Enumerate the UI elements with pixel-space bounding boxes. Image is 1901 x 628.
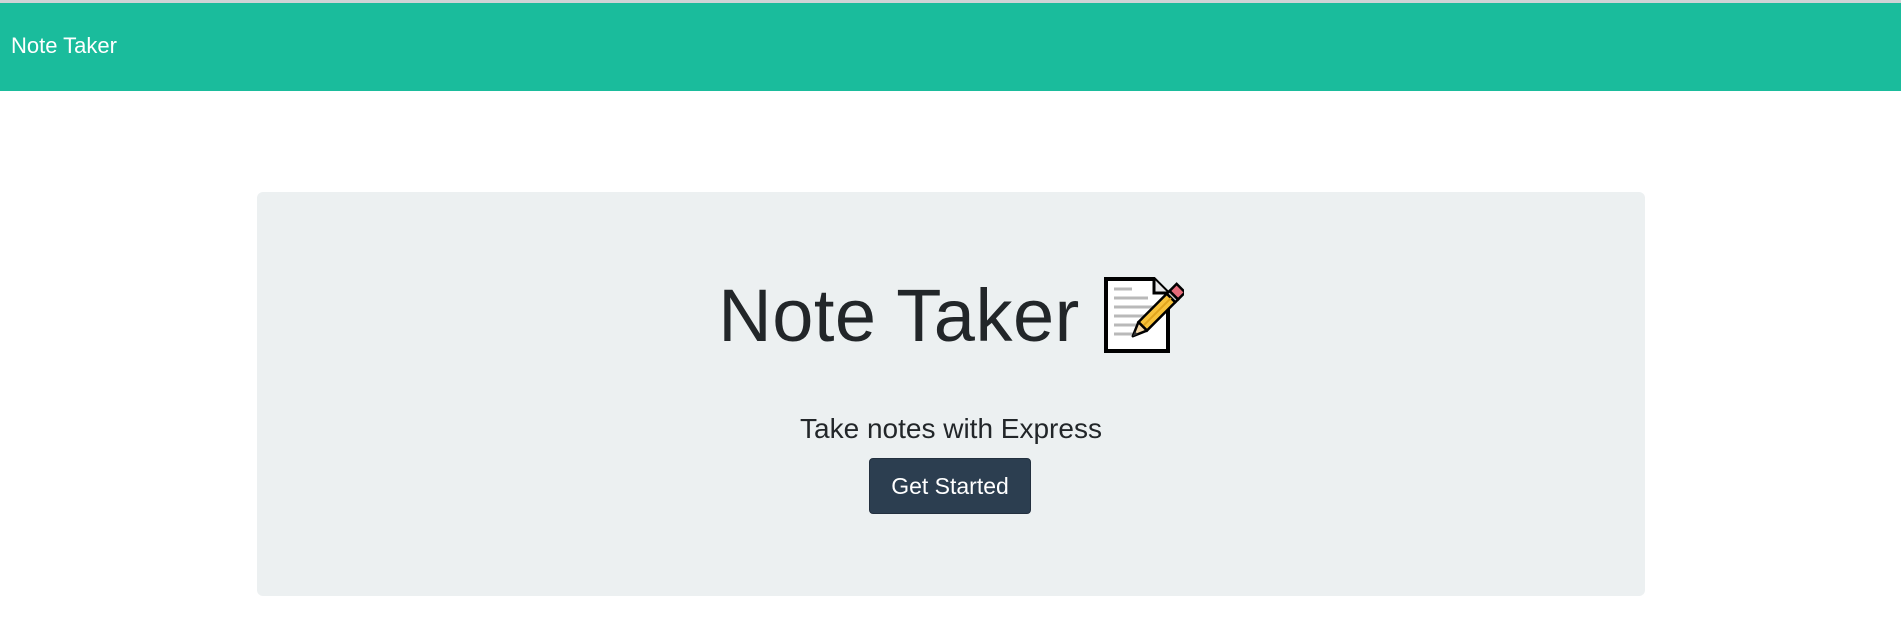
- hero-jumbotron: Note Taker Take notes with Express Get S…: [257, 192, 1645, 596]
- navbar: Note Taker: [0, 3, 1901, 91]
- navbar-brand[interactable]: Note Taker: [11, 35, 117, 57]
- memo-icon: [1103, 277, 1184, 353]
- page-title: Note Taker: [718, 274, 1080, 357]
- hero-title-row: Note Taker: [257, 277, 1645, 355]
- hero-lead-text: Take notes with Express: [800, 413, 1102, 444]
- get-started-button[interactable]: Get Started: [869, 458, 1031, 514]
